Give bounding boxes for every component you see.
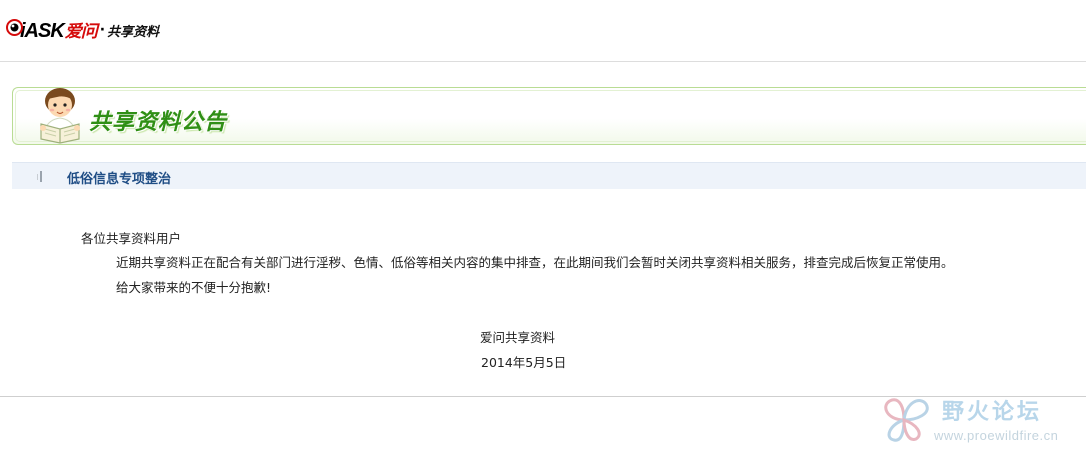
watermark-url: www.proewildfire.cn	[934, 428, 1059, 443]
eye-logo-icon	[6, 18, 23, 36]
logo-separator: ·	[99, 22, 106, 38]
section-title: 低俗信息专项整治	[67, 172, 172, 187]
watermark: 野火论坛 www.proewildfire.cn	[872, 388, 1082, 450]
notice-banner: 共享资料公告	[12, 87, 1086, 145]
logo-wordmark: iASK 爱问	[20, 17, 98, 43]
logo-brand: iASK	[20, 20, 65, 42]
wildfire-logo-icon	[876, 390, 934, 446]
notice-paragraph: 给大家带来的不便十分抱歉!	[116, 280, 272, 295]
banner-title: 共享资料公告	[89, 110, 228, 135]
site-logo[interactable]: iASK 爱问 · 共享资料	[6, 10, 226, 50]
section-header: 低俗信息专项整治	[12, 162, 1086, 189]
header-divider	[0, 61, 1086, 62]
notice-signature: 爱问共享资料	[480, 330, 556, 345]
reading-boy-icon	[35, 84, 87, 144]
section-marker-icon	[37, 171, 42, 182]
logo-brand-cn: 爱问	[64, 22, 98, 41]
logo-subtitle: 共享资料	[107, 24, 160, 40]
watermark-title: 野火论坛	[942, 400, 1043, 425]
notice-greeting: 各位共享资料用户	[81, 231, 182, 246]
notice-paragraph: 近期共享资料正在配合有关部门进行淫秽、色情、低俗等相关内容的集中排查，在此期间我…	[116, 255, 954, 270]
notice-date: 2014年5月5日	[481, 355, 567, 370]
